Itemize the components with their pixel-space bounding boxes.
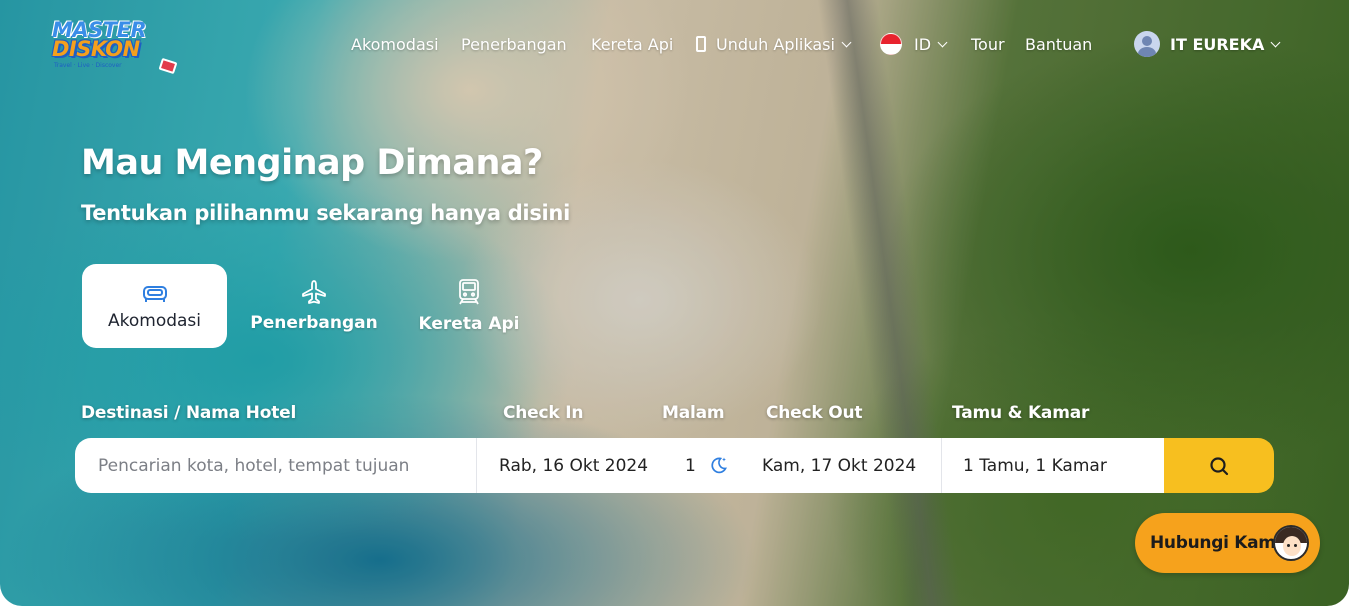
divider (476, 438, 477, 493)
search-icon (1210, 456, 1229, 475)
tab-penerbangan[interactable]: Penerbangan (245, 264, 383, 348)
destination-input[interactable] (75, 438, 475, 493)
moon-icon (711, 457, 727, 474)
logo-tagline: Travel · Live · Discover (54, 62, 122, 69)
chevron-down-icon (1270, 37, 1281, 47)
nights-field[interactable]: 1 (685, 438, 696, 493)
page-title: Mau Menginap Dimana? (81, 143, 543, 183)
customer-service-icon (1273, 525, 1309, 561)
nav-akomodasi[interactable]: Akomodasi (351, 32, 439, 56)
check-in-field[interactable]: Rab, 16 Okt 2024 (499, 438, 648, 493)
phone-icon (696, 36, 706, 52)
airplane-icon (302, 280, 326, 304)
guests-label: Tamu & Kamar (952, 403, 1090, 423)
search-button[interactable] (1164, 438, 1274, 493)
check-out-field[interactable]: Kam, 17 Okt 2024 (762, 438, 916, 493)
user-name: IT EUREKA (1170, 34, 1265, 54)
nav-penerbangan[interactable]: Penerbangan (461, 32, 567, 56)
tab-kereta-api[interactable]: Kereta Api (414, 264, 524, 348)
bed-icon (142, 286, 167, 302)
nav-akomodasi-label: Akomodasi (351, 34, 439, 54)
tab-akomodasi-label: Akomodasi (107, 311, 202, 331)
logo-text-line2: DISKON (52, 37, 140, 61)
chevron-down-icon (937, 37, 948, 47)
tab-kereta-api-label: Kereta Api (418, 314, 520, 334)
nights-label: Malam (662, 403, 725, 423)
language-label: ID (914, 34, 932, 54)
contact-us-label: Hubungi Kami (1150, 533, 1282, 553)
nav-penerbangan-label: Penerbangan (461, 34, 567, 54)
nav-unduh-aplikasi[interactable]: Unduh Aplikasi (696, 32, 852, 56)
destination-label: Destinasi / Nama Hotel (81, 403, 297, 423)
price-tag-icon (158, 57, 178, 75)
search-bar: Rab, 16 Okt 2024 1 Kam, 17 Okt 2024 1 Ta… (75, 438, 1167, 493)
nav-unduh-aplikasi-label: Unduh Aplikasi (716, 34, 835, 54)
nav-tour-label: Tour (971, 34, 1005, 54)
divider (941, 438, 942, 493)
language-selector[interactable]: ID (880, 32, 948, 56)
page-subtitle: Tentukan pilihanmu sekarang hanya disini (81, 201, 570, 225)
user-menu[interactable]: IT EUREKA (1134, 30, 1281, 58)
nav-bantuan-label: Bantuan (1025, 34, 1093, 54)
nav-tour[interactable]: Tour (971, 32, 1005, 56)
guests-field[interactable]: 1 Tamu, 1 Kamar (963, 438, 1107, 493)
avatar (1134, 31, 1160, 57)
nav-kereta-api[interactable]: Kereta Api (591, 32, 673, 56)
check-in-label: Check In (503, 403, 584, 423)
check-out-label: Check Out (766, 403, 863, 423)
nav-kereta-api-label: Kereta Api (591, 34, 674, 54)
tab-penerbangan-label: Penerbangan (250, 313, 378, 333)
indonesia-flag-icon (880, 33, 902, 55)
tab-akomodasi[interactable]: Akomodasi (82, 264, 227, 348)
site-logo[interactable]: MASTER DISKON Travel · Live · Discover (52, 18, 182, 76)
chevron-down-icon (841, 37, 852, 47)
contact-us-button[interactable]: Hubungi Kami (1135, 513, 1320, 573)
nav-bantuan[interactable]: Bantuan (1025, 32, 1092, 56)
train-icon (459, 279, 479, 305)
